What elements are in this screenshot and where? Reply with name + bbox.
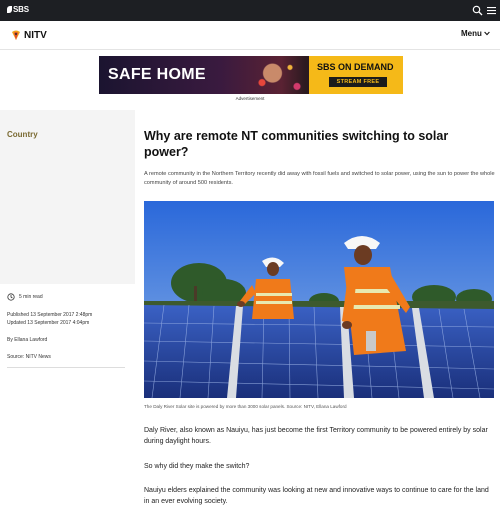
category-link[interactable]: Country — [7, 130, 38, 139]
nitv-emblem-icon — [12, 30, 20, 40]
read-time-text: 5 min read — [19, 294, 43, 300]
clock-icon — [7, 293, 15, 301]
hamburger-icon[interactable] — [487, 6, 496, 15]
article-paragraph: Nauiyu elders explained the community wa… — [144, 487, 489, 505]
ad-brand: SBS ON DEMAND — [317, 62, 394, 72]
nitv-logo-text: NITV — [24, 29, 47, 41]
article-meta: 5 min read Published 13 September 2017 2… — [7, 293, 127, 361]
nitv-logo[interactable]: NITV — [10, 27, 47, 43]
sbs-logo-text: SBS — [13, 5, 29, 14]
sbs-logo-mark — [7, 6, 12, 13]
ad-banner[interactable]: SAFE HOME SBS ON DEMAND STREAM FREE — [99, 56, 403, 94]
article-paragraph: Daly River, also known as Nauiyu, has ju… — [144, 427, 488, 445]
sbs-logo[interactable]: SBS — [7, 5, 29, 14]
read-time: 5 min read — [7, 293, 127, 301]
menu-label: Menu — [461, 29, 482, 38]
ad-image — [241, 56, 311, 94]
search-icon[interactable] — [472, 5, 483, 16]
ad-label: Advertisement — [235, 96, 265, 101]
solar-workers-photo — [144, 201, 494, 398]
image-caption: The Daly River Solar site is powered by … — [144, 404, 347, 409]
source: Source: NITV News — [7, 354, 51, 360]
ad-headline: SAFE HOME — [108, 66, 206, 83]
article-paragraph: So why did they make the switch? — [144, 463, 250, 470]
meta-divider — [7, 367, 125, 368]
published-date: Published 13 September 2017 2:48pm — [7, 312, 93, 318]
top-bar: SBS — [0, 0, 500, 21]
menu-button[interactable]: Menu — [461, 29, 490, 38]
article-summary: A remote community in the Northern Terri… — [144, 171, 495, 186]
ad-cta-button[interactable]: STREAM FREE — [329, 77, 387, 87]
byline: By Ellana Lawford — [7, 337, 48, 343]
hero-image — [144, 201, 494, 398]
nav-bar: NITV Menu — [0, 21, 500, 50]
chevron-down-icon — [484, 31, 490, 36]
article-title: Why are remote NT communities switching … — [144, 129, 449, 159]
updated-date: Updated 13 September 2017 4:04pm — [7, 320, 90, 326]
ad-brand-panel: SBS ON DEMAND STREAM FREE — [309, 56, 403, 94]
